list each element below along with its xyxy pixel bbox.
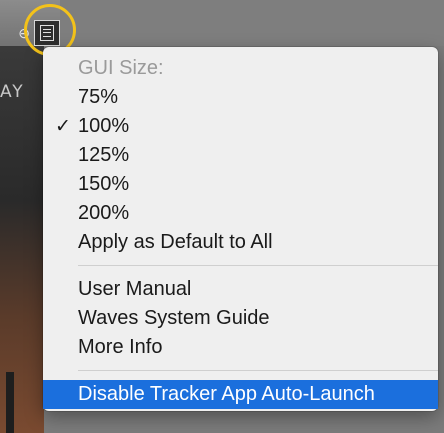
menu-item-200[interactable]: 200% (43, 199, 438, 228)
menu-item-more-info[interactable]: More Info (43, 333, 438, 362)
menu-item-75[interactable]: 75% (43, 83, 438, 112)
menu-item-100[interactable]: ✓ 100% (43, 112, 438, 141)
menu-item-disable-tracker-autolaunch[interactable]: Disable Tracker App Auto-Launch (43, 380, 438, 409)
gui-options-menu: GUI Size: 75% ✓ 100% 125% 150% 200% Appl… (43, 47, 438, 411)
menu-separator (78, 265, 438, 266)
menu-button[interactable] (34, 20, 60, 46)
plugin-logo-fragment: AY (0, 82, 25, 102)
toolbar-partial-button[interactable]: ⊖ (0, 20, 30, 46)
plugin-background (60, 0, 444, 46)
menu-item-apply-default[interactable]: Apply as Default to All (43, 228, 438, 257)
menu-item-user-manual[interactable]: User Manual (43, 275, 438, 304)
menu-header-gui-size: GUI Size: (78, 57, 164, 79)
plugin-fader-strip (6, 372, 14, 433)
hamburger-menu-icon (40, 25, 54, 41)
menu-item-waves-system-guide[interactable]: Waves System Guide (43, 304, 438, 333)
menu-item-125[interactable]: 125% (43, 141, 438, 170)
menu-item-label: 100% (78, 115, 130, 137)
menu-item-150[interactable]: 150% (43, 170, 438, 199)
menu-separator (78, 370, 438, 371)
checkmark-icon: ✓ (55, 116, 71, 137)
